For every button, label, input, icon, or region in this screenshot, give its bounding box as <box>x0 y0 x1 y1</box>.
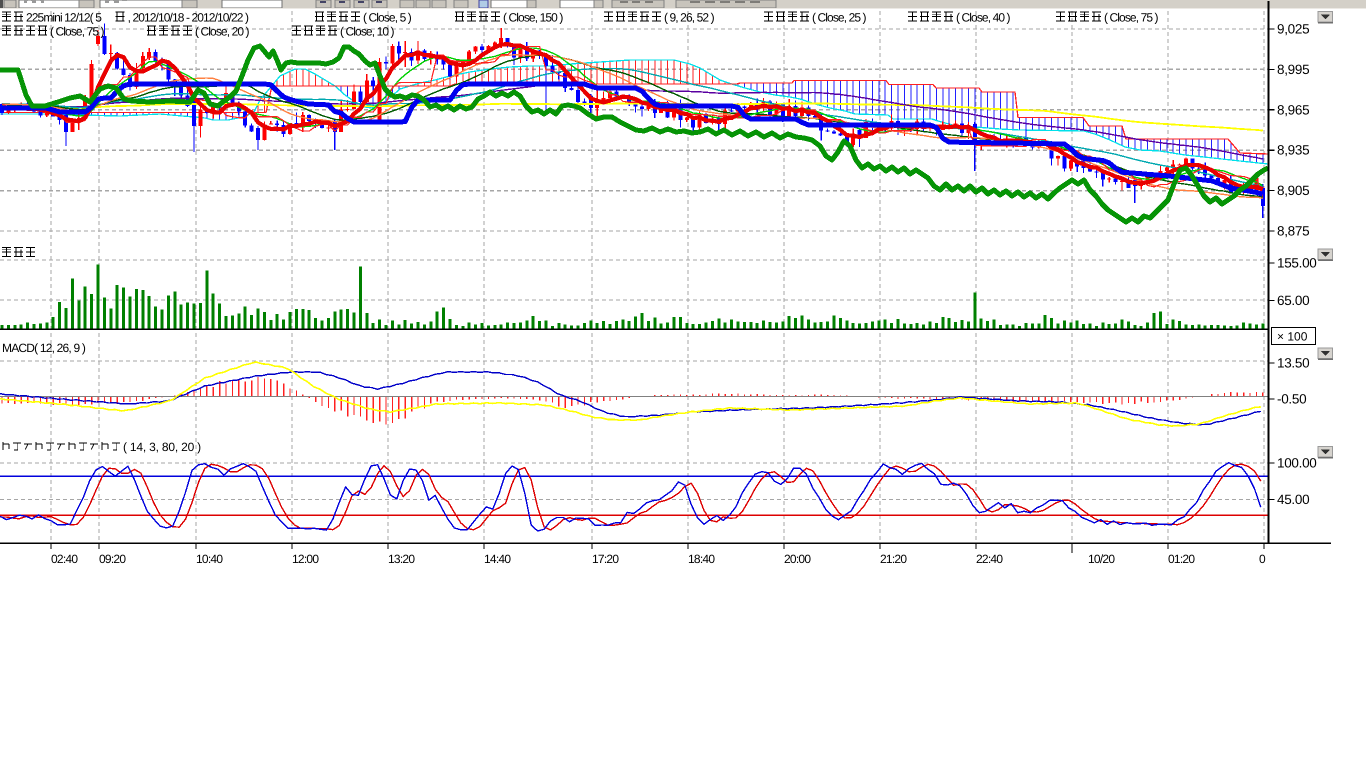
svg-text:( Close, 25 ): ( Close, 25 ) <box>812 11 867 25</box>
svg-text:02:40: 02:40 <box>51 552 78 566</box>
svg-text:8,995: 8,995 <box>1277 62 1309 77</box>
svg-text:21:20: 21:20 <box>880 552 907 566</box>
svg-text:× 100: × 100 <box>1277 330 1308 344</box>
svg-text:8,935: 8,935 <box>1277 143 1309 158</box>
svg-text:8,905: 8,905 <box>1277 183 1309 198</box>
svg-text:17:20: 17:20 <box>592 552 619 566</box>
svg-text:13.50: 13.50 <box>1277 356 1309 371</box>
svg-text:MACD( 12, 26, 9 ): MACD( 12, 26, 9 ) <box>2 341 86 355</box>
svg-text:8,875: 8,875 <box>1277 224 1309 239</box>
svg-text:14:40: 14:40 <box>484 552 511 566</box>
svg-text:100.00: 100.00 <box>1277 456 1317 471</box>
svg-text:45.00: 45.00 <box>1277 492 1309 507</box>
svg-text:0: 0 <box>1259 552 1266 566</box>
svg-text:( 14, 3, 80, 20 ): ( 14, 3, 80, 20 ) <box>123 440 201 454</box>
svg-text:18:40: 18:40 <box>688 552 715 566</box>
svg-text:, 2012/10/18 - 2012/10/22 ): , 2012/10/18 - 2012/10/22 ) <box>128 11 249 25</box>
svg-text:( Close, 75 ): ( Close, 75 ) <box>50 25 105 39</box>
svg-text:9,025: 9,025 <box>1277 22 1309 37</box>
svg-text:155.00: 155.00 <box>1277 256 1317 271</box>
svg-text:8,965: 8,965 <box>1277 102 1309 117</box>
svg-text:10/20: 10/20 <box>1088 552 1115 566</box>
svg-text:-0.50: -0.50 <box>1277 392 1306 407</box>
svg-text:12:00: 12:00 <box>292 552 319 566</box>
svg-text:65.00: 65.00 <box>1277 293 1309 308</box>
svg-text:10:40: 10:40 <box>196 552 223 566</box>
svg-text:225mini 12/12( 5: 225mini 12/12( 5 <box>26 11 102 25</box>
svg-text:( Close, 5 ): ( Close, 5 ) <box>363 11 412 25</box>
svg-text:( Close, 150 ): ( Close, 150 ) <box>503 11 563 25</box>
svg-text:20:00: 20:00 <box>784 552 811 566</box>
svg-text:09:20: 09:20 <box>99 552 126 566</box>
svg-text:01:20: 01:20 <box>1168 552 1195 566</box>
svg-text:( Close, 40 ): ( Close, 40 ) <box>956 11 1011 25</box>
svg-text:( 9, 26, 52 ): ( 9, 26, 52 ) <box>664 11 715 25</box>
svg-text:( Close, 75 ): ( Close, 75 ) <box>1104 11 1159 25</box>
svg-text:22:40: 22:40 <box>976 552 1003 566</box>
svg-text:( Close, 20 ): ( Close, 20 ) <box>195 25 250 39</box>
svg-text:( Close, 10 ): ( Close, 10 ) <box>340 25 395 39</box>
svg-text:13:20: 13:20 <box>388 552 415 566</box>
